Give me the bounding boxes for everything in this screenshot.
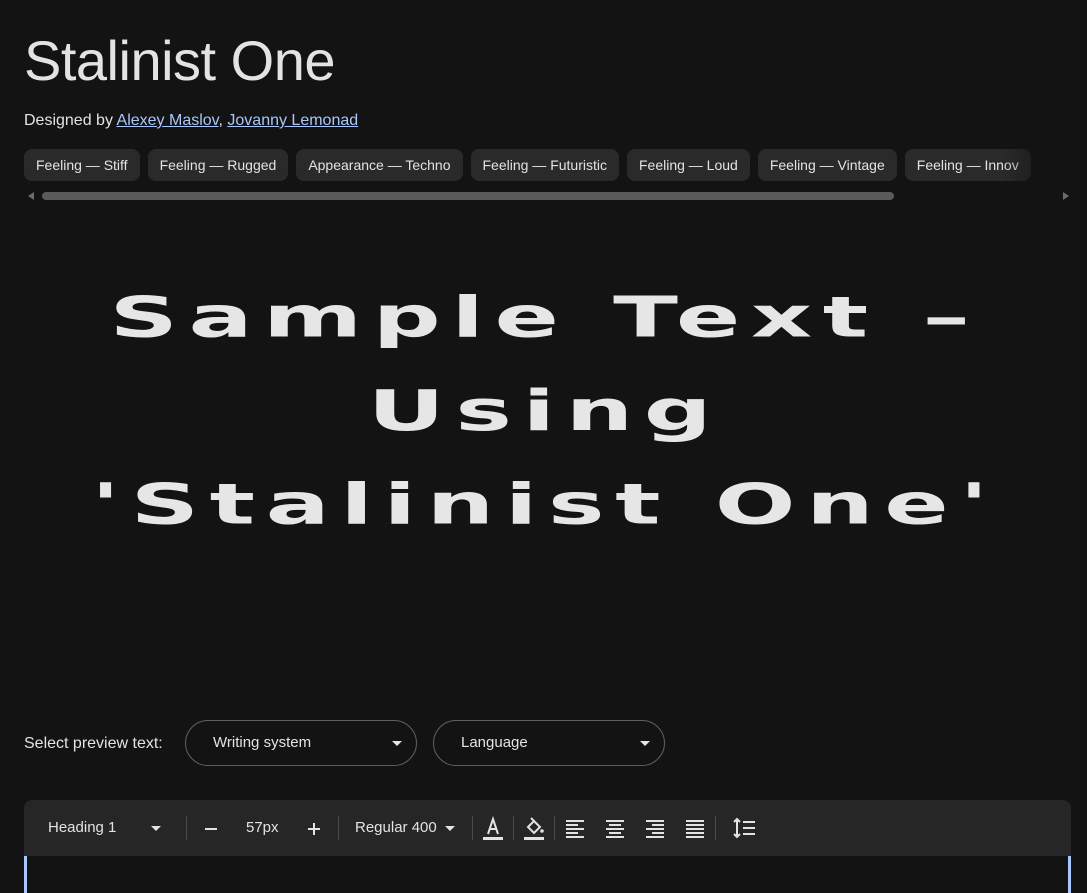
font-size-value: 57px bbox=[246, 819, 279, 836]
language-label: Language bbox=[461, 734, 528, 751]
highlight-color-button[interactable] bbox=[523, 800, 545, 856]
sample-line-2: Using bbox=[367, 377, 723, 444]
chevron-down-icon[interactable] bbox=[445, 826, 455, 831]
text-style-value: Heading 1 bbox=[48, 819, 117, 836]
preview-editor-area[interactable] bbox=[24, 856, 1071, 893]
preview-text-label: Select preview text: bbox=[24, 735, 163, 752]
sample-line-1: Sample Text – bbox=[109, 284, 981, 350]
align-center-icon bbox=[606, 820, 624, 838]
minus-icon bbox=[205, 828, 217, 830]
designer-link-2[interactable]: Jovanny Lemonad bbox=[227, 112, 358, 129]
sample-line-3: 'Stalinist One' bbox=[90, 471, 999, 537]
tag-chip[interactable]: Feeling — Loud bbox=[626, 149, 750, 181]
sample-text-preview: Sample Text – Using 'Stalinist One' bbox=[0, 270, 1087, 551]
scroll-right-arrow-icon[interactable] bbox=[1063, 192, 1069, 200]
toolbar-divider bbox=[472, 816, 473, 840]
language-select[interactable]: Language bbox=[433, 720, 665, 766]
align-right-icon bbox=[646, 820, 664, 838]
chevron-down-icon bbox=[640, 741, 650, 746]
designer-line: Designed by Alexey Maslov, Jovanny Lemon… bbox=[24, 110, 358, 132]
toolbar-divider bbox=[513, 816, 514, 840]
editor-toolbar: Heading 1 57px Regular 400 bbox=[24, 800, 1071, 856]
align-left-button[interactable] bbox=[565, 800, 585, 856]
align-right-button[interactable] bbox=[645, 800, 665, 856]
designed-by-label: Designed by bbox=[24, 112, 113, 129]
designer-link-1[interactable]: Alexey Maslov bbox=[117, 112, 219, 129]
decrease-size-button[interactable] bbox=[203, 800, 219, 856]
font-title: Stalinist One bbox=[24, 29, 336, 92]
tag-chip[interactable]: Feeling — Vintage bbox=[757, 149, 897, 181]
scroll-left-arrow-icon[interactable] bbox=[28, 192, 34, 200]
align-justify-icon bbox=[686, 820, 704, 838]
text-style-select[interactable]: Heading 1 bbox=[48, 800, 116, 856]
tag-chip[interactable]: Feeling — Stiff bbox=[24, 149, 140, 181]
toolbar-divider bbox=[554, 816, 555, 840]
tag-chip[interactable]: Feeling — Rugged bbox=[147, 149, 289, 181]
font-size-field[interactable]: 57px bbox=[246, 800, 279, 856]
text-color-button[interactable] bbox=[482, 800, 504, 856]
align-justify-button[interactable] bbox=[685, 800, 705, 856]
align-left-icon bbox=[566, 820, 584, 838]
highlight-color-icon bbox=[524, 817, 544, 840]
text-color-icon bbox=[483, 815, 503, 840]
line-height-button[interactable] bbox=[732, 800, 756, 856]
designer-separator: , bbox=[218, 112, 223, 129]
tag-list: Feeling — Stiff Feeling — Rugged Appeara… bbox=[24, 149, 1071, 183]
writing-system-select[interactable]: Writing system bbox=[185, 720, 417, 766]
toolbar-divider bbox=[715, 816, 716, 840]
tag-list-fade bbox=[1001, 149, 1071, 183]
tag-chip[interactable]: Appearance — Techno bbox=[296, 149, 463, 181]
font-weight-value: Regular 400 bbox=[355, 819, 437, 836]
toolbar-divider bbox=[338, 816, 339, 840]
tag-scrollbar[interactable] bbox=[24, 190, 1071, 202]
align-center-button[interactable] bbox=[605, 800, 625, 856]
plus-icon bbox=[308, 823, 320, 835]
font-detail-page: Stalinist One Designed by Alexey Maslov,… bbox=[0, 0, 1087, 893]
toolbar-divider bbox=[186, 816, 187, 840]
writing-system-label: Writing system bbox=[213, 734, 312, 751]
tag-chip[interactable]: Feeling — Futuristic bbox=[470, 149, 619, 181]
scrollbar-thumb[interactable] bbox=[42, 192, 894, 200]
increase-size-button[interactable] bbox=[306, 800, 322, 856]
chevron-down-icon[interactable] bbox=[151, 826, 161, 831]
font-weight-select[interactable]: Regular 400 bbox=[355, 800, 437, 856]
chevron-down-icon bbox=[392, 741, 402, 746]
line-height-icon bbox=[733, 817, 755, 839]
